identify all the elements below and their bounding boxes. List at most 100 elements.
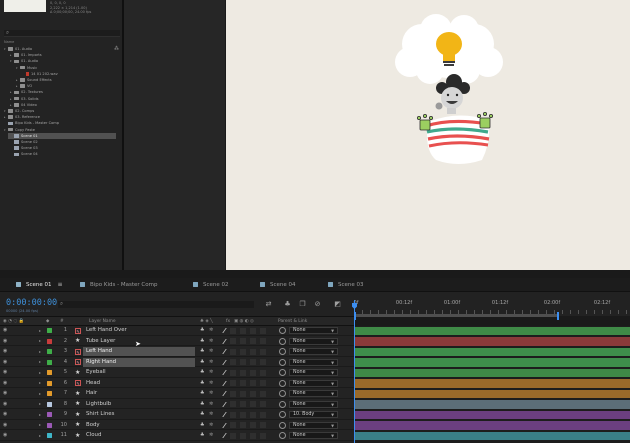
collapse-switch-icon[interactable]: ✲ bbox=[209, 338, 213, 344]
layer-switch-boxes[interactable] bbox=[230, 432, 270, 439]
expand-layer-chevron-icon[interactable]: ▸ bbox=[39, 370, 41, 375]
project-item[interactable]: ▸ Sound Effects bbox=[0, 77, 122, 83]
quality-switch[interactable] bbox=[216, 412, 227, 417]
layer-label-color[interactable] bbox=[47, 412, 52, 417]
parent-pickwhip-icon[interactable] bbox=[279, 358, 286, 366]
quality-switch[interactable] bbox=[216, 422, 227, 428]
current-time-display[interactable]: 0:00:00:00 bbox=[6, 298, 57, 308]
layer-name[interactable]: Lightbulb bbox=[83, 400, 195, 409]
layer-name[interactable]: Eyeball bbox=[83, 368, 195, 377]
expand-layer-chevron-icon[interactable]: ▸ bbox=[39, 380, 41, 385]
collapse-switch-icon[interactable]: ✲ bbox=[209, 327, 213, 333]
layer-label-color[interactable] bbox=[47, 328, 52, 333]
expand-layer-chevron-icon[interactable]: ▸ bbox=[39, 349, 41, 354]
fx-header[interactable]: fx bbox=[226, 317, 230, 326]
project-item[interactable]: 14 01 202.wav bbox=[0, 71, 122, 77]
layer-duration-bar[interactable] bbox=[354, 368, 630, 378]
quality-switch[interactable] bbox=[216, 328, 227, 333]
layer-number-header[interactable]: # bbox=[60, 317, 64, 326]
shy-switch-icon[interactable]: ♣ bbox=[200, 411, 204, 417]
label-header-icon[interactable]: ◆ bbox=[46, 317, 49, 326]
layer-switch-boxes[interactable] bbox=[230, 338, 270, 344]
layer-search-input[interactable]: ⌕ bbox=[58, 301, 254, 308]
layer-duration-bar[interactable] bbox=[354, 389, 630, 399]
project-search-input[interactable]: ⌕ bbox=[4, 30, 120, 37]
quality-switch[interactable] bbox=[216, 370, 227, 375]
composition-viewer[interactable] bbox=[226, 0, 630, 270]
tab-scene-03[interactable]: Scene 03 bbox=[328, 278, 364, 292]
layer-row[interactable]: ◉ ▸ 10 ★ Body ♣ ✲ None ▼ bbox=[0, 421, 354, 431]
layer-duration-bar[interactable] bbox=[354, 337, 630, 346]
collapse-switch-icon[interactable]: ✲ bbox=[209, 359, 213, 365]
project-item[interactable]: ▾ 02. Comps bbox=[0, 108, 122, 114]
layer-row[interactable]: ◉ ▸ 4 ✎ Right Hand ♣ ✲ None ▼ bbox=[0, 357, 354, 368]
expand-layer-chevron-icon[interactable]: ▸ bbox=[39, 412, 41, 417]
collapse-switch-icon[interactable]: ✲ bbox=[209, 422, 213, 428]
quality-switch[interactable] bbox=[216, 380, 227, 386]
shy-switch-icon[interactable]: ♣ bbox=[200, 369, 204, 375]
switches-header-icons[interactable]: ♣ ◈ ╲ bbox=[200, 317, 213, 326]
parent-dropdown[interactable]: None ▼ bbox=[289, 327, 338, 334]
project-item[interactable]: Bipo Kids - Master Comp bbox=[0, 120, 122, 126]
playhead-line[interactable] bbox=[354, 300, 355, 443]
collapse-switch-icon[interactable]: ✲ bbox=[209, 411, 213, 417]
layer-label-color[interactable] bbox=[47, 422, 52, 428]
parent-pickwhip-icon[interactable] bbox=[279, 327, 286, 334]
layer-duration-bar[interactable] bbox=[354, 421, 630, 430]
visibility-eye-icon[interactable]: ◉ bbox=[3, 380, 7, 386]
layer-switch-boxes[interactable] bbox=[230, 390, 270, 397]
visibility-eye-icon[interactable]: ◉ bbox=[3, 411, 7, 417]
parent-link-header[interactable]: Parent & Link bbox=[278, 317, 307, 326]
project-item[interactable]: ▾ Music bbox=[0, 65, 122, 71]
shy-switch-icon[interactable]: ♣ bbox=[200, 338, 204, 344]
layer-duration-bar[interactable] bbox=[354, 326, 630, 336]
parent-dropdown[interactable]: None ▼ bbox=[289, 369, 338, 376]
project-item[interactable]: ▾ 01. Audio bbox=[0, 46, 122, 52]
collapse-switch-icon[interactable]: ✲ bbox=[209, 390, 213, 396]
quality-switch[interactable] bbox=[216, 338, 227, 344]
layer-name[interactable]: Left Hand bbox=[83, 347, 195, 356]
layer-switch-boxes[interactable] bbox=[230, 348, 270, 355]
layer-name-header[interactable]: Layer Name bbox=[89, 317, 116, 326]
parent-dropdown[interactable]: None ▼ bbox=[289, 348, 338, 355]
draft-3d-icon[interactable]: ♣ bbox=[283, 300, 292, 309]
layer-row[interactable]: ◉ ▸ 11 ★ Cloud ♣ ✲ None ▼ bbox=[0, 431, 354, 441]
expand-layer-chevron-icon[interactable]: ▸ bbox=[39, 401, 41, 406]
project-item[interactable]: ▸ 02. Textures bbox=[0, 89, 122, 95]
parent-pickwhip-icon[interactable] bbox=[279, 348, 286, 355]
visibility-eye-icon[interactable]: ◉ bbox=[3, 390, 7, 396]
visibility-eye-icon[interactable]: ◉ bbox=[3, 432, 7, 438]
graph-editor-icon[interactable]: ◩ bbox=[333, 300, 342, 309]
collapse-switch-icon[interactable]: ✲ bbox=[209, 380, 213, 386]
frame-blending-icon[interactable]: ⊘ bbox=[313, 300, 322, 309]
parent-pickwhip-icon[interactable] bbox=[279, 411, 286, 418]
layer-row[interactable]: ◉ ▸ 2 ★ Tube Layer ♣ ✲ None ▼ bbox=[0, 337, 354, 347]
tab-master-comp[interactable]: Bipo Kids - Master Comp bbox=[80, 278, 157, 292]
collapse-switch-icon[interactable]: ✲ bbox=[209, 348, 213, 354]
panel-menu-icon[interactable]: ≡ bbox=[58, 281, 63, 288]
project-item[interactable]: Scene 01 bbox=[8, 132, 116, 139]
layer-name[interactable]: Shirt Lines bbox=[83, 410, 195, 419]
parent-dropdown[interactable]: 10. Body ▼ bbox=[289, 411, 338, 418]
project-item[interactable]: ▸ 04 Video bbox=[0, 102, 122, 108]
layer-duration-bar[interactable] bbox=[354, 410, 630, 420]
project-item[interactable]: Scene 03 bbox=[0, 145, 122, 151]
layer-duration-bar[interactable] bbox=[354, 379, 630, 388]
parent-pickwhip-icon[interactable] bbox=[279, 379, 286, 387]
layer-duration-bar[interactable] bbox=[354, 400, 630, 409]
layer-name[interactable]: Cloud bbox=[83, 431, 195, 440]
project-item[interactable]: ▸ 01. Imports bbox=[0, 52, 122, 58]
layer-switch-boxes[interactable] bbox=[230, 327, 270, 334]
layer-duration-bar[interactable] bbox=[354, 358, 630, 367]
layer-label-color[interactable] bbox=[47, 349, 52, 354]
quality-switch[interactable] bbox=[216, 391, 227, 396]
project-item[interactable]: ▾ 01. Audio bbox=[0, 58, 122, 64]
parent-dropdown[interactable]: None ▼ bbox=[289, 337, 338, 345]
layer-row[interactable]: ◉ ▸ 7 ★ Hair ♣ ✲ None ▼ bbox=[0, 389, 354, 399]
comp-mini-flowchart-icon[interactable]: ⇄ bbox=[264, 300, 273, 309]
expand-layer-chevron-icon[interactable]: ▸ bbox=[39, 338, 41, 343]
expand-layer-chevron-icon[interactable]: ▸ bbox=[39, 391, 41, 396]
work-area-bar[interactable] bbox=[354, 314, 558, 317]
layer-switch-boxes[interactable] bbox=[230, 369, 270, 376]
quality-switch[interactable] bbox=[216, 433, 227, 438]
